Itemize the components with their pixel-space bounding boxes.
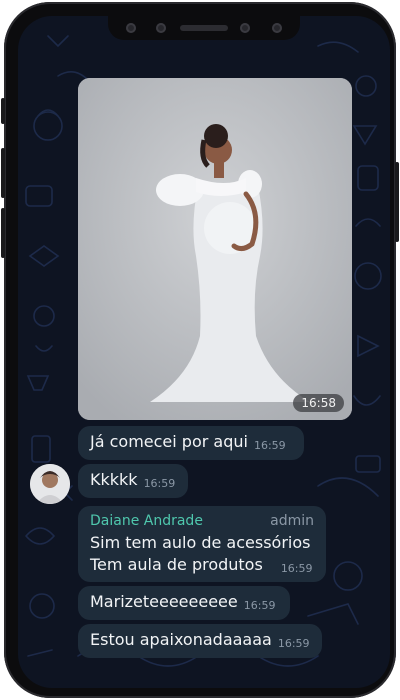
message-text-line: Tem aula de produtos bbox=[90, 555, 263, 574]
message-text: Já comecei por aqui bbox=[90, 432, 248, 451]
volume-button bbox=[1, 98, 5, 124]
volume-button bbox=[1, 148, 5, 198]
message-time: 16:59 bbox=[243, 599, 276, 612]
message-time: 16:59 bbox=[280, 562, 313, 575]
message-bubble[interactable]: Já comecei por aqui 16:59 bbox=[78, 426, 304, 460]
message-time: 16:59 bbox=[253, 439, 286, 452]
speaker-grille bbox=[180, 25, 228, 31]
notch bbox=[108, 16, 300, 40]
power-button bbox=[395, 162, 399, 242]
admin-badge: admin bbox=[270, 513, 314, 529]
message-bubble[interactable]: Daiane Andrade admin Sim tem aulo de ace… bbox=[78, 506, 326, 582]
message-text: Estou apaixonadaaaaa bbox=[90, 630, 272, 649]
maternity-photo bbox=[78, 78, 352, 420]
message-text: Marizeteeeeeeeee bbox=[90, 592, 238, 611]
phone-frame: 16:58 Já comecei por aqui 16:59 Kkkkk 16:5… bbox=[1, 2, 399, 698]
sensor-icon bbox=[240, 23, 250, 33]
user-photo bbox=[30, 464, 70, 504]
message-bubble[interactable]: Marizeteeeeeeeee 16:59 bbox=[78, 586, 290, 620]
proximity-sensor-icon bbox=[272, 23, 282, 33]
message-bubble[interactable]: Estou apaixonadaaaaa 16:59 bbox=[78, 624, 322, 658]
front-camera-icon bbox=[126, 23, 136, 33]
volume-button bbox=[1, 208, 5, 258]
chat-screen: 16:58 Já comecei por aqui 16:59 Kkkkk 16:5… bbox=[18, 16, 390, 688]
message-text: Kkkkk bbox=[90, 470, 138, 489]
message-bubble[interactable]: Kkkkk 16:59 bbox=[78, 464, 188, 498]
message-text-line: Sim tem aulo de acessórios bbox=[90, 533, 311, 552]
message-time: 16:59 bbox=[143, 477, 176, 490]
photo-message[interactable]: 16:58 bbox=[78, 78, 352, 420]
photo-timestamp: 16:58 bbox=[293, 394, 344, 412]
avatar[interactable] bbox=[30, 464, 70, 504]
sensor-icon bbox=[156, 23, 166, 33]
message-time: 16:59 bbox=[277, 637, 310, 650]
